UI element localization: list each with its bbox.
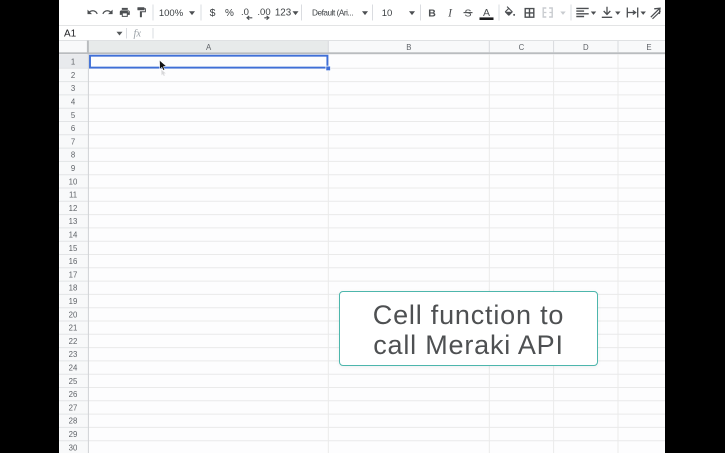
svg-text:100%: 100% xyxy=(159,8,184,19)
svg-text:I: I xyxy=(447,7,453,19)
svg-text:A: A xyxy=(206,43,212,52)
svg-text:20: 20 xyxy=(69,310,78,319)
svg-text:.00: .00 xyxy=(257,7,270,18)
svg-text:23: 23 xyxy=(69,350,78,359)
svg-text:S: S xyxy=(464,7,471,19)
svg-text:15: 15 xyxy=(69,244,78,253)
svg-text:14: 14 xyxy=(69,230,78,239)
svg-text:26: 26 xyxy=(69,390,78,399)
svg-text:B: B xyxy=(428,7,436,19)
svg-text:10: 10 xyxy=(382,8,393,19)
svg-text:fx: fx xyxy=(134,29,142,40)
svg-text:Default (Ari...: Default (Ari... xyxy=(312,9,353,18)
svg-text:5: 5 xyxy=(71,111,76,120)
svg-text:29: 29 xyxy=(69,430,78,439)
svg-text:24: 24 xyxy=(69,363,78,372)
svg-text:16: 16 xyxy=(69,257,78,266)
svg-text:A1: A1 xyxy=(64,28,77,39)
svg-text:10: 10 xyxy=(69,177,78,186)
svg-text:2: 2 xyxy=(71,71,75,80)
svg-text:17: 17 xyxy=(69,270,78,279)
svg-text:1: 1 xyxy=(71,58,75,67)
svg-text:19: 19 xyxy=(69,297,78,306)
svg-text:6: 6 xyxy=(71,124,75,133)
svg-text:B: B xyxy=(406,43,411,52)
svg-text:27: 27 xyxy=(69,403,78,412)
svg-text:$: $ xyxy=(210,7,216,19)
svg-text:D: D xyxy=(583,43,589,52)
svg-text:11: 11 xyxy=(69,191,77,200)
svg-text:%: % xyxy=(225,8,234,19)
svg-text:13: 13 xyxy=(69,217,78,226)
svg-text:A: A xyxy=(483,7,490,19)
svg-text:7: 7 xyxy=(71,137,75,146)
svg-text:22: 22 xyxy=(69,337,78,346)
svg-text:E: E xyxy=(646,43,651,52)
svg-text:21: 21 xyxy=(69,324,78,333)
svg-text:C: C xyxy=(519,43,525,52)
svg-text:30: 30 xyxy=(69,443,78,452)
svg-text:28: 28 xyxy=(69,417,78,426)
svg-text:25: 25 xyxy=(69,377,78,386)
svg-text:18: 18 xyxy=(69,284,78,293)
svg-text:9: 9 xyxy=(71,164,75,173)
svg-text:3: 3 xyxy=(71,84,75,93)
svg-text:4: 4 xyxy=(71,97,76,106)
svg-text:12: 12 xyxy=(69,204,78,213)
svg-text:8: 8 xyxy=(71,151,75,160)
svg-text:123: 123 xyxy=(275,8,292,19)
